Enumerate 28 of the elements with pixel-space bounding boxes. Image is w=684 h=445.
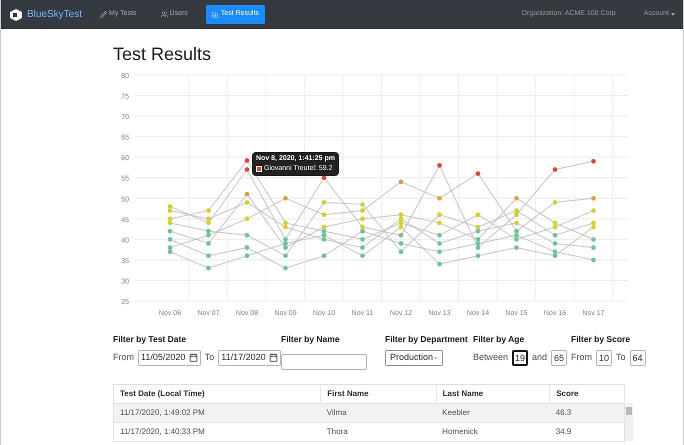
department-select[interactable]: Production [385, 350, 443, 366]
brand-name[interactable]: BlueSkyTest [27, 7, 82, 22]
filter-label: Filter by Test Date [113, 333, 188, 346]
table-cell: 34.9 [550, 422, 624, 442]
table-cell: Vilma [320, 403, 436, 422]
range-label: To [616, 351, 626, 364]
filter-label: Filter by Score [571, 333, 632, 346]
table-cell: Homenick [436, 422, 550, 442]
number-field[interactable]: 10 [596, 350, 612, 366]
range-label: Between [473, 351, 508, 364]
range-label: and [532, 351, 548, 364]
table-cell: 11/17/2020, 1:40:33 PM [114, 422, 321, 442]
number-field[interactable]: 19 [512, 350, 528, 366]
filter-label: Filter by Department [385, 333, 469, 346]
from-label: From [113, 351, 134, 364]
page-title: Test Results [113, 43, 212, 65]
number-field[interactable]: 65 [551, 350, 568, 366]
table-cell: 46.3 [550, 403, 624, 422]
table-cell: Keebler [436, 403, 550, 422]
to-label: To [204, 351, 214, 364]
date-field[interactable]: 11/17/2020 [218, 350, 281, 366]
table-cell: 11/17/2020, 1:49:02 PM [114, 403, 321, 422]
range-label: From [571, 351, 592, 364]
filter-label: Filter by Age [473, 333, 526, 346]
number-field[interactable]: 64 [630, 350, 646, 366]
table-cell: Thora [320, 422, 436, 442]
date-field[interactable]: 11/05/2020 [138, 350, 201, 366]
filter-label: Filter by Name [281, 333, 341, 346]
